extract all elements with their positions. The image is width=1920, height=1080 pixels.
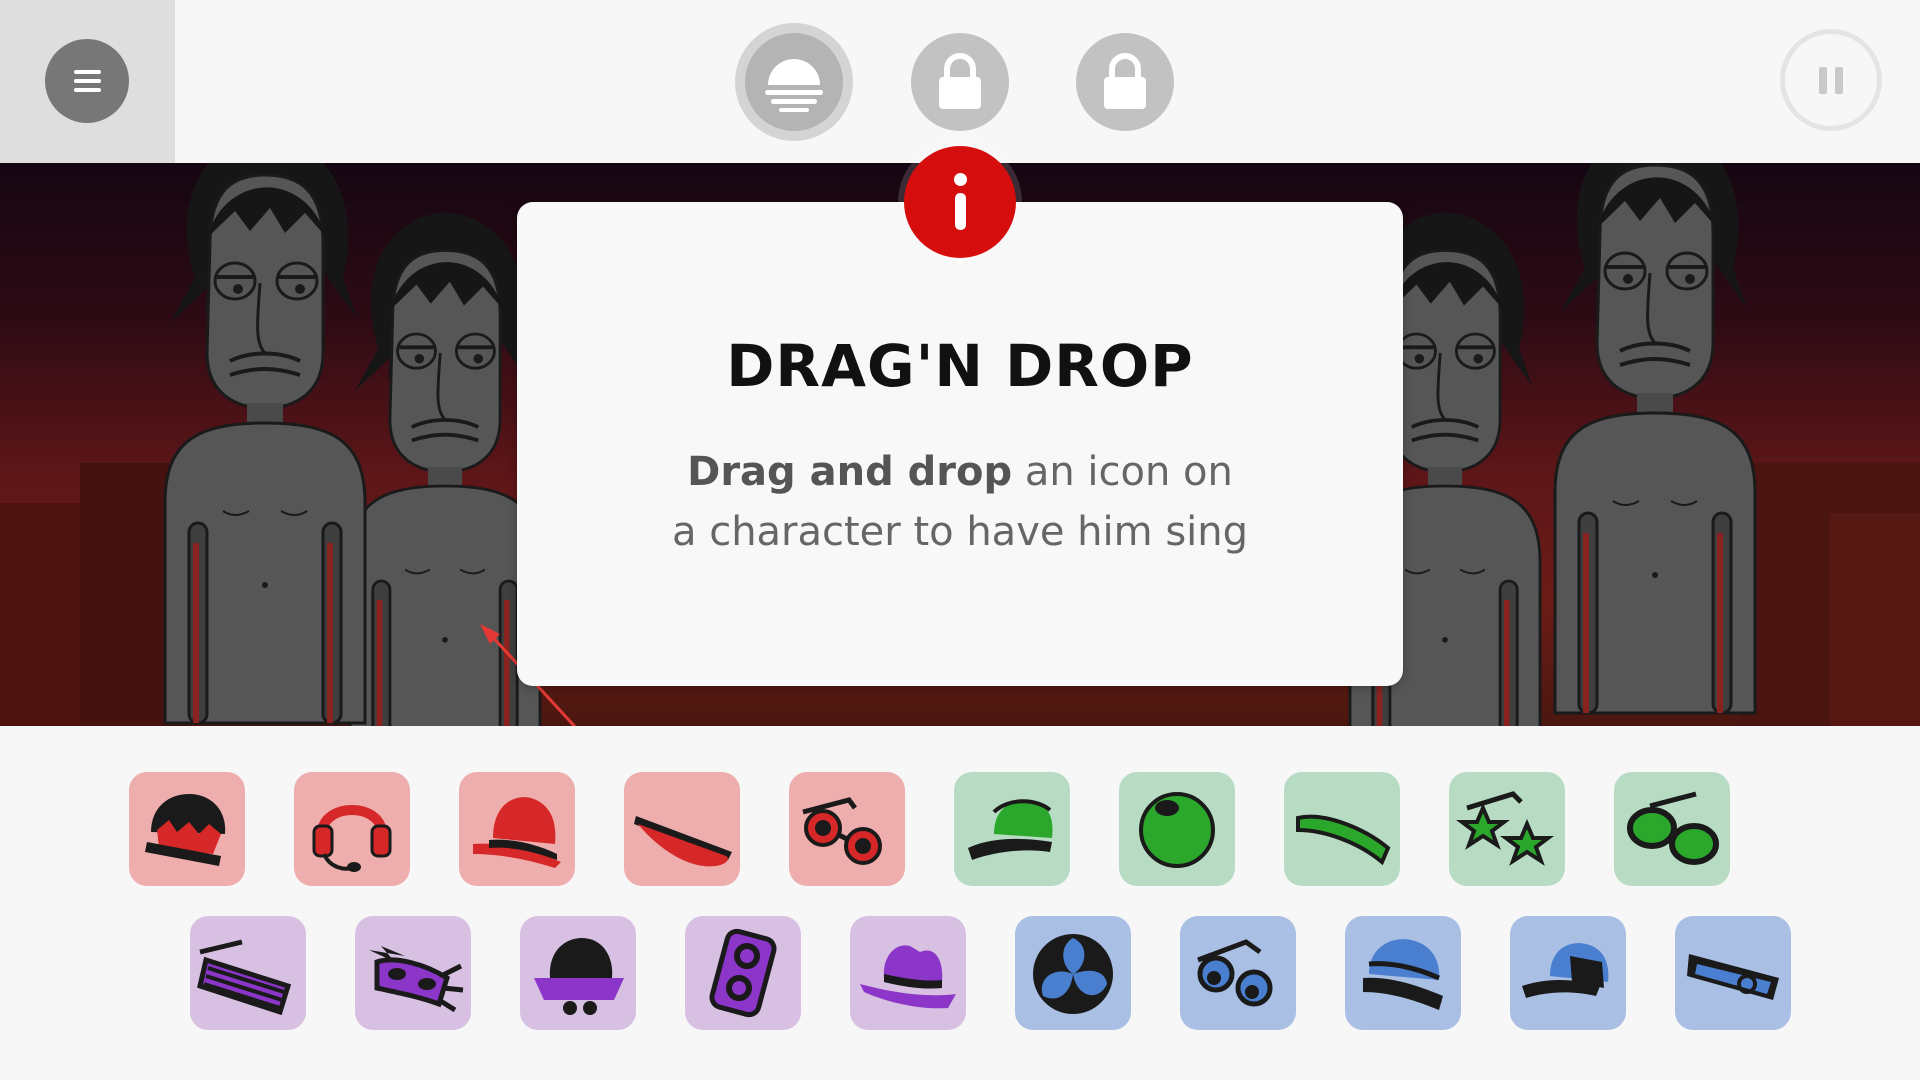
round-glasses-icon bbox=[1197, 939, 1273, 1007]
info-badge bbox=[904, 146, 1016, 258]
tray-icon-cap[interactable] bbox=[954, 772, 1070, 886]
tray-icon-beanie[interactable] bbox=[1345, 916, 1461, 1030]
tray-icon-headband[interactable] bbox=[1284, 772, 1400, 886]
dialog-message-bold: Drag and drop bbox=[687, 449, 1013, 495]
dialog-title: DRAG'N DROP bbox=[726, 332, 1194, 400]
pause-icon bbox=[1819, 67, 1843, 94]
tray-icon-goggles[interactable] bbox=[1614, 772, 1730, 886]
icon-tray bbox=[0, 726, 1920, 1080]
star-glasses-icon bbox=[1456, 791, 1554, 866]
sunglasses-icon bbox=[802, 797, 882, 865]
sunset-icon bbox=[765, 59, 823, 112]
vr-visor-icon bbox=[1687, 954, 1779, 1000]
tray-icon-star-glasses[interactable] bbox=[1449, 772, 1565, 886]
tray-icon-round-glasses[interactable] bbox=[1180, 916, 1296, 1030]
tray-icon-mask[interactable] bbox=[355, 916, 471, 1030]
fedora-icon bbox=[860, 945, 956, 1009]
tray-icon-vr-visor[interactable] bbox=[1675, 916, 1791, 1030]
tray-icon-fedora[interactable] bbox=[850, 916, 966, 1030]
menu-button[interactable] bbox=[45, 39, 129, 123]
mode-button-locked-2[interactable] bbox=[1076, 33, 1174, 131]
dialog-message-line1: an icon on bbox=[1012, 449, 1233, 495]
visor-icon bbox=[634, 816, 732, 867]
baseball-cap-icon bbox=[1522, 943, 1609, 998]
goggles-icon bbox=[1627, 791, 1719, 865]
tray-icon-crown-cap[interactable] bbox=[129, 772, 245, 886]
cap-icon bbox=[968, 799, 1053, 860]
lock-icon bbox=[1104, 53, 1146, 109]
pause-button[interactable] bbox=[1780, 29, 1882, 131]
tray-icon-sunglasses[interactable] bbox=[789, 772, 905, 886]
menu-area bbox=[0, 0, 175, 163]
speaker-icon bbox=[709, 928, 777, 1018]
tray-icon-shutter-shades[interactable] bbox=[190, 916, 306, 1030]
tray-icon-visor[interactable] bbox=[624, 772, 740, 886]
crown-cap-icon bbox=[145, 794, 226, 866]
headset-icon bbox=[312, 805, 392, 872]
tray-icon-ball[interactable] bbox=[1119, 772, 1235, 886]
mode-button-locked-1[interactable] bbox=[911, 33, 1009, 131]
top-bar bbox=[0, 0, 1920, 163]
beanie-icon bbox=[1363, 939, 1443, 1010]
dialog-message-line2: a character to have him sing bbox=[671, 509, 1249, 555]
tray-icon-headset[interactable] bbox=[294, 772, 410, 886]
mode-button-sunset[interactable] bbox=[735, 23, 853, 141]
mask-icon bbox=[369, 946, 464, 1013]
dialog-message: Drag and drop an icon on a character to … bbox=[517, 442, 1403, 562]
tray-icon-hat[interactable] bbox=[459, 772, 575, 886]
bucket-hat-icon bbox=[534, 938, 624, 1015]
ball-icon bbox=[1139, 792, 1215, 868]
swirl-icon bbox=[1033, 934, 1113, 1014]
tutorial-dialog: DRAG'N DROP Drag and drop an icon on a c… bbox=[517, 202, 1403, 686]
tray-icon-baseball-cap[interactable] bbox=[1510, 916, 1626, 1030]
lock-icon bbox=[939, 53, 981, 109]
hat-icon bbox=[473, 797, 561, 868]
tray-icon-swirl[interactable] bbox=[1015, 916, 1131, 1030]
shutter-shades-icon bbox=[197, 939, 292, 1016]
tray-icon-bucket-hat[interactable] bbox=[520, 916, 636, 1030]
headband-icon bbox=[1296, 814, 1391, 866]
tray-icon-speaker[interactable] bbox=[685, 916, 801, 1030]
